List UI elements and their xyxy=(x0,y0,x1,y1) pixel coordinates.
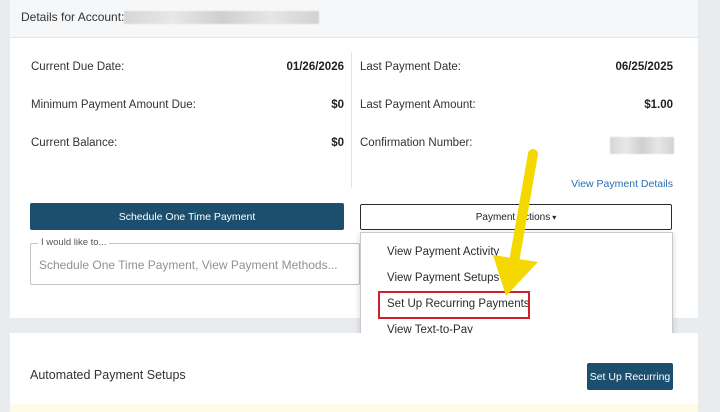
current-due-date-value: 01/26/2026 xyxy=(286,61,344,73)
current-due-date-label: Current Due Date: xyxy=(31,61,125,73)
view-payment-details-link[interactable]: View Payment Details xyxy=(571,178,673,190)
redacted-account-number xyxy=(124,11,319,24)
set-up-recurring-button[interactable]: Set Up Recurring xyxy=(587,363,673,390)
last-payment-date-value: 06/25/2025 xyxy=(615,61,673,73)
account-label: Details for Account: xyxy=(21,10,125,24)
automated-payment-setups-title: Automated Payment Setups xyxy=(30,368,186,382)
i-would-like-legend: I would like to... xyxy=(38,237,110,248)
redacted-confirmation-number xyxy=(610,137,674,154)
menu-item-view-payment-activity[interactable]: View Payment Activity xyxy=(387,246,499,258)
set-up-recurring-label: Set Up Recurring xyxy=(589,370,671,383)
min-payment-label: Minimum Payment Amount Due: xyxy=(31,99,196,111)
payment-actions-dropdown-button[interactable]: Payment Actions ▾ xyxy=(360,204,672,230)
column-divider xyxy=(351,52,352,188)
caret-down-icon: ▾ xyxy=(552,212,557,222)
schedule-one-time-payment-button[interactable]: Schedule One Time Payment xyxy=(30,203,344,230)
last-payment-amount-value: $1.00 xyxy=(644,99,673,111)
menu-item-view-payment-setups[interactable]: View Payment Setups xyxy=(387,272,499,284)
last-payment-amount-label: Last Payment Amount: xyxy=(360,99,476,111)
confirmation-number-label: Confirmation Number: xyxy=(360,137,473,149)
schedule-one-time-payment-label: Schedule One Time Payment xyxy=(118,210,256,223)
min-payment-value: $0 xyxy=(331,99,344,111)
current-balance-value: $0 xyxy=(331,137,344,149)
last-payment-date-label: Last Payment Date: xyxy=(360,61,461,73)
i-would-like-placeholder: Schedule One Time Payment, View Payment … xyxy=(39,258,338,272)
current-balance-label: Current Balance: xyxy=(31,137,118,149)
highlight-box xyxy=(378,291,530,319)
payment-actions-label: Payment Actions xyxy=(475,211,551,223)
notice-strip xyxy=(10,404,698,412)
